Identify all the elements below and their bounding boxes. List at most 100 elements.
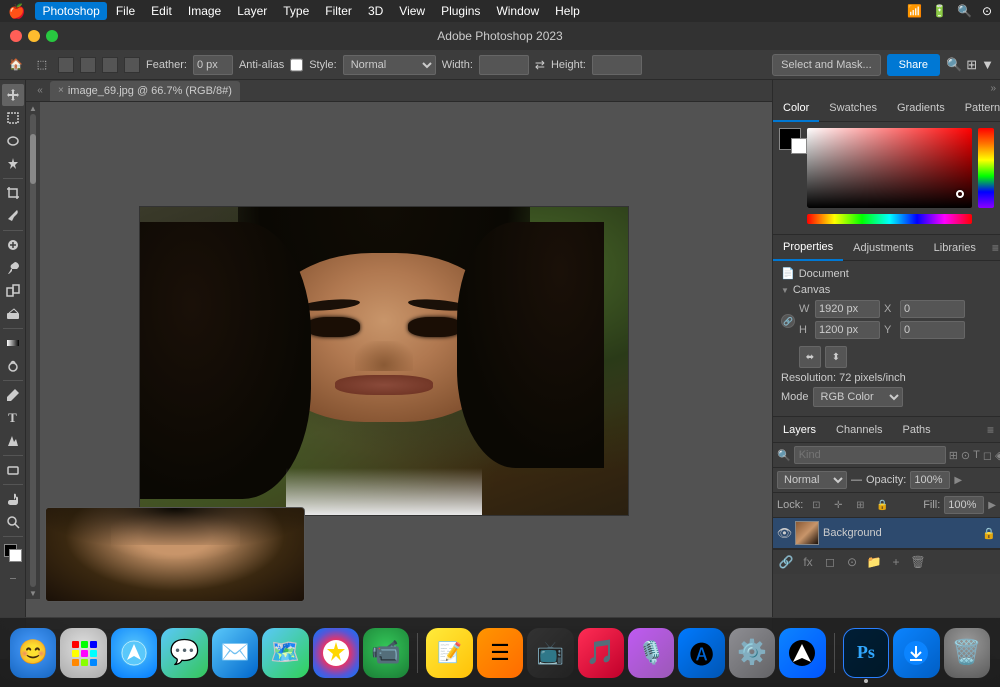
- menu-view[interactable]: View: [392, 2, 432, 20]
- menu-help[interactable]: Help: [548, 2, 587, 20]
- delete-layer-icon[interactable]: 🗑: [909, 553, 927, 571]
- layer-item-background[interactable]: 👁 Background 🔒: [773, 518, 1000, 549]
- tool-brush[interactable]: [2, 257, 24, 279]
- pixel-filter-icon[interactable]: ⊞: [949, 449, 958, 462]
- dock-item-photos[interactable]: [313, 628, 359, 678]
- fill-input[interactable]: [944, 496, 984, 514]
- scroll-down-icon[interactable]: ▼: [29, 589, 37, 597]
- dock-item-messages[interactable]: 💬: [161, 628, 207, 678]
- dock-item-photoshop[interactable]: Ps: [843, 628, 890, 678]
- apple-icon[interactable]: 🍎: [8, 3, 25, 20]
- tab-gradients[interactable]: Gradients: [887, 96, 955, 122]
- style-select[interactable]: NormalFixed RatioFixed Size: [343, 55, 436, 75]
- tool-lasso[interactable]: [2, 130, 24, 152]
- dock-item-podcasts[interactable]: 🎙️: [628, 628, 674, 678]
- close-button[interactable]: [10, 30, 22, 42]
- dock-item-music[interactable]: 🎵: [578, 628, 624, 678]
- spectrum-cursor[interactable]: [956, 190, 964, 198]
- control-center-icon[interactable]: ⊙: [982, 4, 992, 18]
- feather-input[interactable]: [193, 55, 233, 75]
- menu-3d[interactable]: 3D: [361, 2, 390, 20]
- search-canvas-icon[interactable]: 🔍: [946, 57, 962, 73]
- add-adjustment-icon[interactable]: ⊙: [843, 553, 861, 571]
- canvas-width-input[interactable]: [815, 300, 880, 318]
- color-spectrum[interactable]: [807, 128, 972, 208]
- tool-magic-wand[interactable]: [2, 153, 24, 175]
- tool-crop[interactable]: [2, 182, 24, 204]
- tool-healing[interactable]: [2, 234, 24, 256]
- layer-visibility-icon[interactable]: 👁: [777, 526, 791, 540]
- height-input[interactable]: [592, 55, 642, 75]
- menu-layer[interactable]: Layer: [230, 2, 274, 20]
- menu-type[interactable]: Type: [276, 2, 316, 20]
- menu-file[interactable]: File: [109, 2, 142, 20]
- opacity-stepper-icon[interactable]: ▶: [954, 475, 962, 486]
- scroll-up-icon[interactable]: ▲: [29, 104, 37, 112]
- tool-shape[interactable]: [2, 459, 24, 481]
- canvas-image[interactable]: [139, 206, 629, 516]
- smartobj-filter-icon[interactable]: ◈: [995, 449, 1000, 462]
- tool-gradient[interactable]: [2, 332, 24, 354]
- color-selector[interactable]: [4, 544, 22, 562]
- canvas-x-input[interactable]: [900, 300, 965, 318]
- maximize-button[interactable]: [46, 30, 58, 42]
- menu-window[interactable]: Window: [489, 2, 546, 20]
- opacity-input[interactable]: [910, 471, 950, 489]
- layers-panel-menu-icon[interactable]: ≡: [981, 423, 1000, 437]
- dock-item-appstore[interactable]: 🅐: [678, 628, 724, 678]
- tab-layers[interactable]: Layers: [773, 417, 826, 443]
- dock-item-facetime[interactable]: 📹: [363, 628, 409, 678]
- tab-channels[interactable]: Channels: [826, 417, 892, 443]
- lock-artboards-icon[interactable]: ⊞: [851, 496, 869, 514]
- blend-mode-select[interactable]: Normal Dissolve Multiply Screen: [777, 471, 847, 489]
- dock-item-marks[interactable]: [779, 628, 825, 678]
- background-swatch[interactable]: [791, 138, 807, 154]
- share-button[interactable]: Share: [887, 54, 940, 76]
- type-filter-icon[interactable]: T: [973, 449, 980, 462]
- tool-pen[interactable]: [2, 384, 24, 406]
- dock-item-launchpad[interactable]: [60, 628, 106, 678]
- tab-paths[interactable]: Paths: [893, 417, 941, 443]
- anti-alias-checkbox[interactable]: [290, 55, 303, 75]
- tool-hand[interactable]: [2, 488, 24, 510]
- menu-photoshop[interactable]: Photoshop: [35, 2, 106, 20]
- layers-search-input[interactable]: [794, 446, 946, 464]
- dock-item-safari[interactable]: [111, 628, 157, 678]
- tool-type[interactable]: T: [2, 407, 24, 429]
- layer-lock-icon[interactable]: 🔒: [982, 527, 996, 540]
- shape-filter-icon[interactable]: ◻: [983, 449, 992, 462]
- add-layer-icon[interactable]: +: [887, 553, 905, 571]
- tool-burn[interactable]: [2, 355, 24, 377]
- tab-color[interactable]: Color: [773, 96, 819, 122]
- dock-item-reminders[interactable]: ☰: [477, 628, 523, 678]
- dock-item-settings[interactable]: ⚙️: [729, 628, 775, 678]
- tab-patterns[interactable]: Patterns: [955, 96, 1000, 122]
- mode-select[interactable]: RGB Color CMYK Color Grayscale Lab Color: [813, 387, 903, 407]
- minimize-button[interactable]: [28, 30, 40, 42]
- tool-eyedropper[interactable]: [2, 205, 24, 227]
- link-icon[interactable]: 🔗: [781, 314, 795, 328]
- properties-panel-menu-icon[interactable]: ≡: [986, 241, 1000, 255]
- dock-item-maps[interactable]: 🗺️: [262, 628, 308, 678]
- color-bar-vertical[interactable]: [978, 128, 994, 208]
- tool-zoom[interactable]: [2, 511, 24, 533]
- add-mask-icon[interactable]: ◻: [821, 553, 839, 571]
- menu-plugins[interactable]: Plugins: [434, 2, 487, 20]
- panels-icon[interactable]: ⊞: [966, 57, 977, 73]
- home-tool-icon[interactable]: 🏠: [6, 55, 26, 75]
- tool-marquee[interactable]: [2, 107, 24, 129]
- fill-stepper-icon[interactable]: ▶: [988, 500, 996, 511]
- panels-expand-icon[interactable]: »: [990, 83, 996, 94]
- dock-item-finder[interactable]: 😊: [10, 628, 56, 678]
- background-color[interactable]: [9, 549, 22, 562]
- width-input[interactable]: [479, 55, 529, 75]
- dock-item-mail[interactable]: ✉️: [212, 628, 258, 678]
- tool-clone[interactable]: [2, 280, 24, 302]
- tool-move[interactable]: [2, 84, 24, 106]
- dock-item-notes[interactable]: 📝: [426, 628, 472, 678]
- scroll-thumb-v[interactable]: [30, 134, 36, 184]
- panels-collapse[interactable]: «: [30, 85, 50, 96]
- menu-edit[interactable]: Edit: [144, 2, 179, 20]
- marquee-options-icon[interactable]: ⬚: [32, 55, 52, 75]
- collapse-icon[interactable]: ▼: [981, 57, 994, 72]
